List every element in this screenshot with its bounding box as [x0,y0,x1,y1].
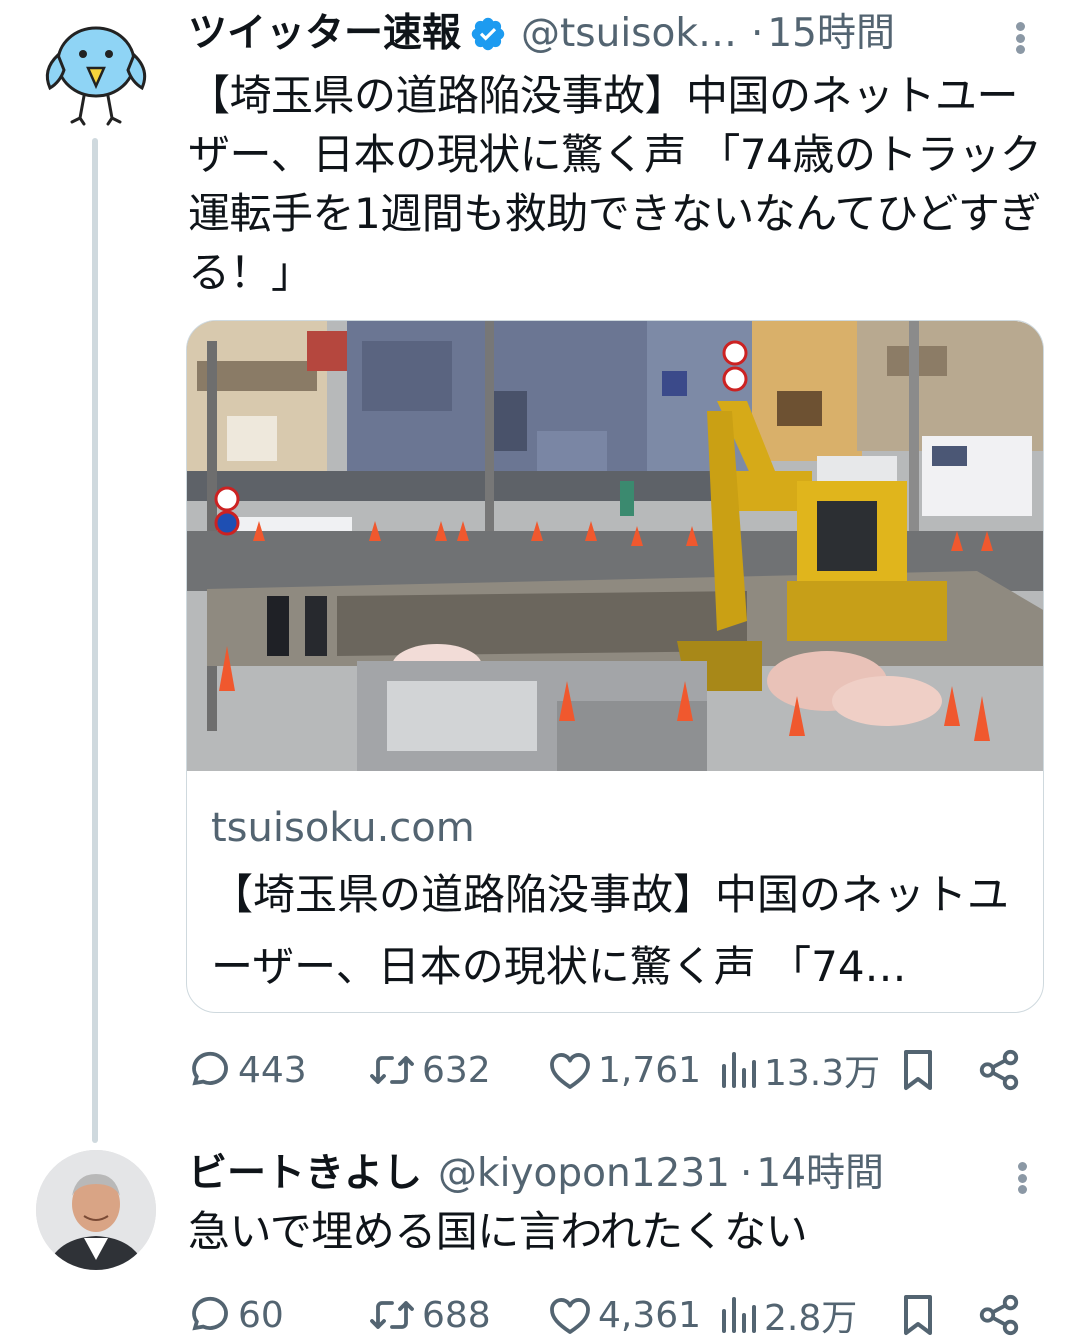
share-button[interactable] [976,1040,1022,1100]
retweet-arrows-icon [370,1301,414,1329]
like-count: 4,361 [598,1294,702,1336]
tweet-text: 急いで埋める国に言われたくない [188,1207,808,1256]
link-card[interactable]: tsuisoku.com 【埼玉県の道路陥没事故】中国のネットユーザー、日本の現… [186,320,1044,1013]
avatar-column [36,10,156,130]
retweet-count: 688 [422,1294,491,1336]
like-button[interactable]: 4,361 [546,1285,701,1343]
speech-bubble-icon [192,1296,228,1331]
timestamp[interactable]: 14時間 [756,1144,884,1204]
thread-line [92,138,98,1143]
retweet-arrows-icon [370,1056,414,1084]
tweet-header: ツイッター速報 @tsuisok… · 15時間 [188,4,1040,64]
reply-count: 60 [238,1294,284,1336]
card-image[interactable] [187,321,1043,771]
tweet-1[interactable]: ツイッター速報 @tsuisok… · 15時間 【埼玉県の道路陥没事故】中国の… [0,0,1080,1143]
bookmark-button[interactable] [896,1040,940,1100]
more-options-icon[interactable] [1002,1158,1042,1198]
separator: · [750,11,764,56]
views-button[interactable]: 13.3万 [716,1040,880,1100]
card-domain: tsuisoku.com [211,805,475,851]
speech-bubble-icon [192,1051,228,1086]
bookmark-button[interactable] [896,1285,940,1343]
bookmark-icon [904,1295,932,1335]
separator: · [739,1151,753,1196]
like-button[interactable]: 1,761 [546,1040,701,1100]
like-count: 1,761 [598,1049,702,1091]
handle[interactable]: @kiyopon1231 [438,1144,730,1204]
reply-button[interactable]: 60 [186,1285,284,1343]
bird-avatar-icon [45,26,147,126]
bar-chart-icon [722,1297,756,1333]
display-name[interactable]: ツイッター速報 [188,4,461,64]
avatar-column [36,1150,156,1270]
heart-icon [550,1298,590,1334]
tweet-header: ビートきよし @kiyopon1231 · 14時間 [188,1144,1040,1204]
construction-site-photo [187,321,1043,771]
timestamp[interactable]: 15時間 [767,4,895,64]
display-name[interactable]: ビートきよし [188,1144,422,1204]
heart-icon [550,1053,590,1089]
action-bar: 443 632 1,761 13.3万 [186,1040,1028,1100]
retweet-count: 632 [422,1049,491,1091]
avatar[interactable] [36,10,156,130]
more-options-icon[interactable] [1000,18,1040,58]
retweet-button[interactable]: 632 [366,1040,491,1100]
tweet-text: 【埼玉県の道路陥没事故】中国のネットユーザー、日本の現状に驚く声 「74歳のトラ… [188,71,1042,297]
action-bar: 60 688 4,361 2.8万 [186,1285,1028,1343]
verified-badge-icon [469,15,507,53]
avatar[interactable] [36,1150,156,1270]
bookmark-icon [904,1050,932,1090]
bar-chart-icon [722,1052,756,1088]
reply-button[interactable]: 443 [186,1040,307,1100]
views-count: 2.8万 [764,1298,858,1339]
share-button[interactable] [976,1285,1022,1343]
views-count: 13.3万 [764,1053,881,1094]
card-title: 【埼玉県の道路陥没事故】中国のネットユーザー、日本の現状に驚く声 「74… [211,870,1010,991]
retweet-button[interactable]: 688 [366,1285,491,1343]
share-nodes-icon [979,1049,1019,1091]
views-button[interactable]: 2.8万 [716,1285,857,1343]
share-nodes-icon [979,1294,1019,1336]
person-photo-avatar [36,1150,156,1270]
reply-count: 443 [238,1049,307,1091]
tweet-2[interactable]: ビートきよし @kiyopon1231 · 14時間 急いで埋める国に言われたく… [0,1140,1080,1343]
handle[interactable]: @tsuisok… [521,4,737,64]
